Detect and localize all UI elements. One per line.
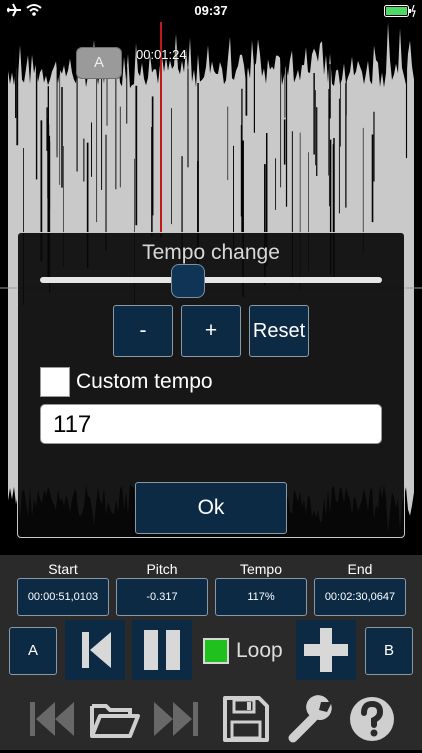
- fast-forward-end-icon: [154, 702, 198, 736]
- end-value-box[interactable]: 00:02:30,0647: [314, 578, 406, 616]
- ok-button[interactable]: Ok: [135, 482, 287, 534]
- loop-label: Loop: [236, 639, 283, 662]
- fast-forward-end-button[interactable]: [148, 690, 206, 748]
- start-value-box[interactable]: 00:00:51,0103: [17, 578, 109, 616]
- tempo-value-input[interactable]: 117: [40, 404, 382, 444]
- tempo-value-box[interactable]: 117%: [215, 578, 307, 616]
- skip-back-button[interactable]: [65, 620, 125, 680]
- pitch-value-box[interactable]: -0.317: [116, 578, 208, 616]
- start-label: Start: [48, 561, 78, 577]
- skip-back-icon: [82, 632, 111, 668]
- set-a-button[interactable]: A: [9, 627, 57, 675]
- tempo-slider-track[interactable]: [40, 277, 382, 283]
- tempo-slider-thumb[interactable]: [171, 264, 205, 298]
- open-folder-button[interactable]: [86, 690, 144, 748]
- current-time: 00:01:24: [136, 47, 187, 62]
- save-button[interactable]: [217, 690, 275, 748]
- rewind-start-icon: [30, 702, 74, 736]
- settings-button[interactable]: [283, 690, 341, 748]
- save-icon: [223, 696, 269, 742]
- tempo-label: Tempo: [239, 561, 283, 577]
- help-icon: [350, 697, 394, 741]
- dialog-title: Tempo change: [142, 241, 280, 264]
- tempo-reset-button[interactable]: Reset: [249, 305, 309, 357]
- battery-charging-icon: [384, 4, 416, 20]
- custom-tempo-label: Custom tempo: [76, 370, 213, 393]
- end-label: End: [347, 561, 373, 577]
- tempo-dialog: Tempo change - + Reset Custom tempo 117 …: [17, 232, 405, 538]
- tempo-increase-button[interactable]: +: [181, 305, 241, 357]
- pitch-label: Pitch: [146, 561, 178, 577]
- settings-wrench-icon: [288, 695, 332, 743]
- add-icon: [304, 628, 348, 672]
- add-button[interactable]: [296, 620, 356, 680]
- marker-a-button[interactable]: A: [76, 47, 122, 79]
- control-panel: Start Pitch Tempo End 00:00:51,0103 -0.3…: [0, 555, 422, 750]
- loop-checkbox[interactable]: [203, 638, 229, 664]
- pause-button[interactable]: [132, 620, 192, 680]
- help-button[interactable]: [343, 690, 401, 748]
- pause-icon: [144, 630, 180, 670]
- tempo-decrease-button[interactable]: -: [113, 305, 173, 357]
- status-time: 09:37: [194, 3, 228, 18]
- set-b-button[interactable]: B: [365, 627, 413, 675]
- rewind-start-button[interactable]: [22, 690, 80, 748]
- custom-tempo-checkbox[interactable]: [40, 367, 70, 397]
- open-folder-icon: [90, 704, 140, 738]
- status-bar: 09:37: [0, 0, 422, 22]
